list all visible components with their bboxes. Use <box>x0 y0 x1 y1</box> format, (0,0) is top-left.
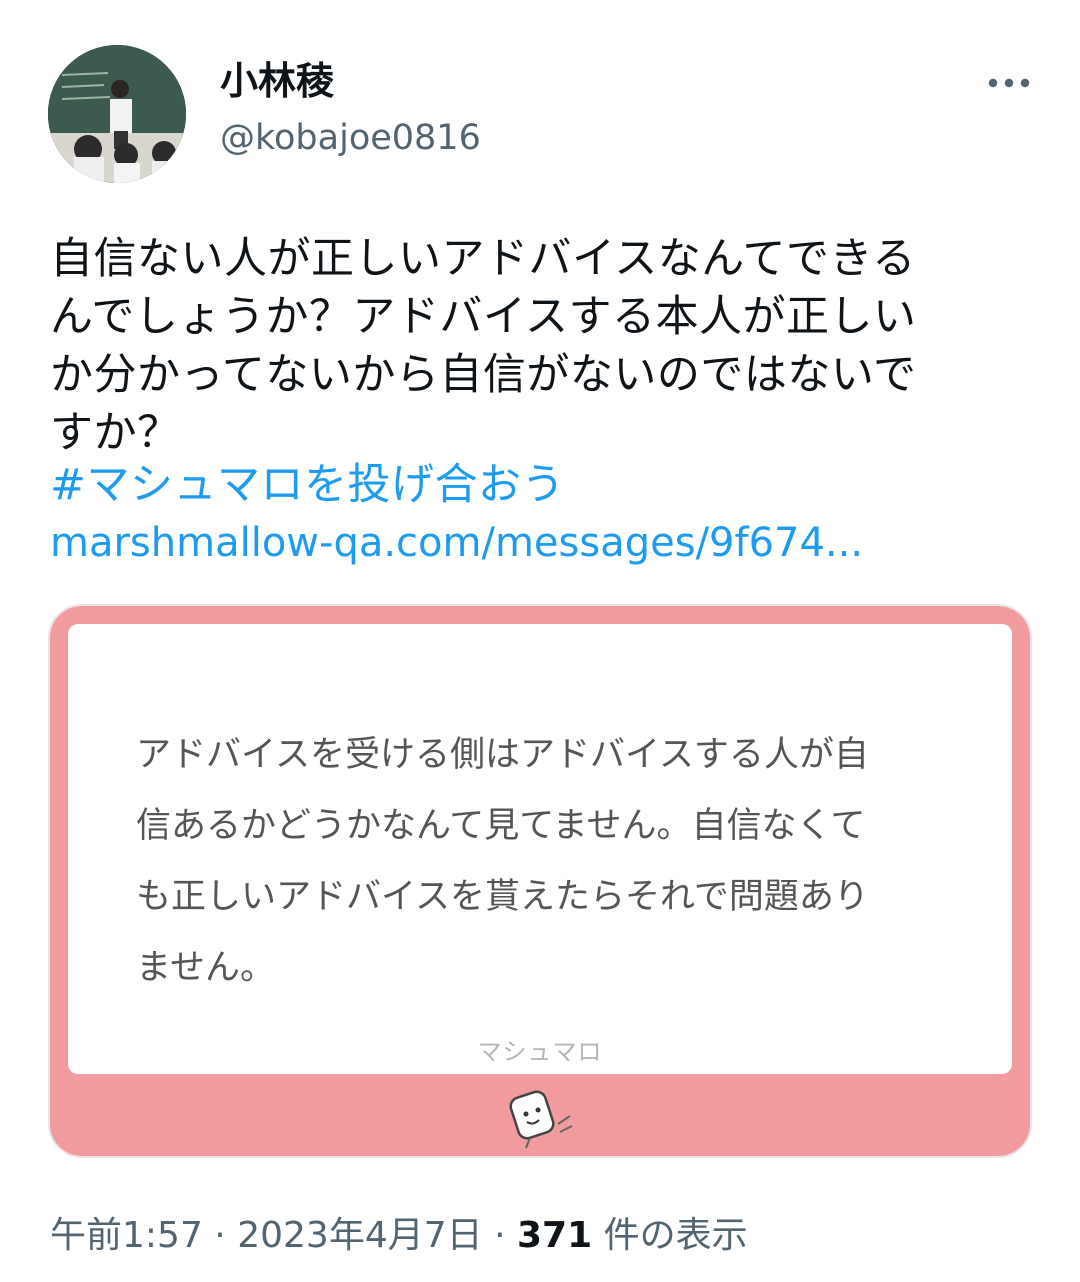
link-card[interactable]: アドバイスを受ける側はアドバイスする人が自 信あるかどうかなんて見てません。自信… <box>48 604 1032 1158</box>
avatar[interactable] <box>48 45 186 183</box>
tweet-text: 自信ない人が正しいアドバイスなんてできる んでしょうか？アドバイスする本人が正し… <box>50 234 917 458</box>
avatar-image <box>48 45 186 183</box>
more-options-button[interactable] <box>980 58 1038 108</box>
card-brand-label: マシュマロ <box>477 1038 603 1066</box>
views-label: 件の表示 <box>603 1215 748 1256</box>
meta-separator: · <box>494 1215 506 1256</box>
more-options-icon <box>988 78 1030 88</box>
tweet-date[interactable]: 2023年4月7日 <box>237 1215 482 1256</box>
marshmallow-mascot-icon <box>509 1090 573 1149</box>
display-name[interactable]: 小林稜 <box>220 58 334 104</box>
hashtag-link[interactable]: #マシュマロを投げ合おう <box>50 456 565 514</box>
card-answer-text: アドバイスを受ける側はアドバイスする人が自 信あるかどうかなんて見てません。自信… <box>136 735 869 988</box>
tweet-time[interactable]: 午前1:57 <box>50 1215 203 1256</box>
views-count[interactable]: 371 <box>517 1215 592 1256</box>
url-link[interactable]: marshmallow-qa.com/messages/9f674... <box>50 514 863 572</box>
tweet-meta: 午前1:57 · 2023年4月7日 · 371 件の表示 <box>50 1212 748 1260</box>
card-message-panel: アドバイスを受ける側はアドバイスする人が自 信あるかどうかなんて見てません。自信… <box>68 624 1012 1074</box>
meta-separator: · <box>214 1215 226 1256</box>
user-handle[interactable]: @kobajoe0816 <box>220 116 481 160</box>
